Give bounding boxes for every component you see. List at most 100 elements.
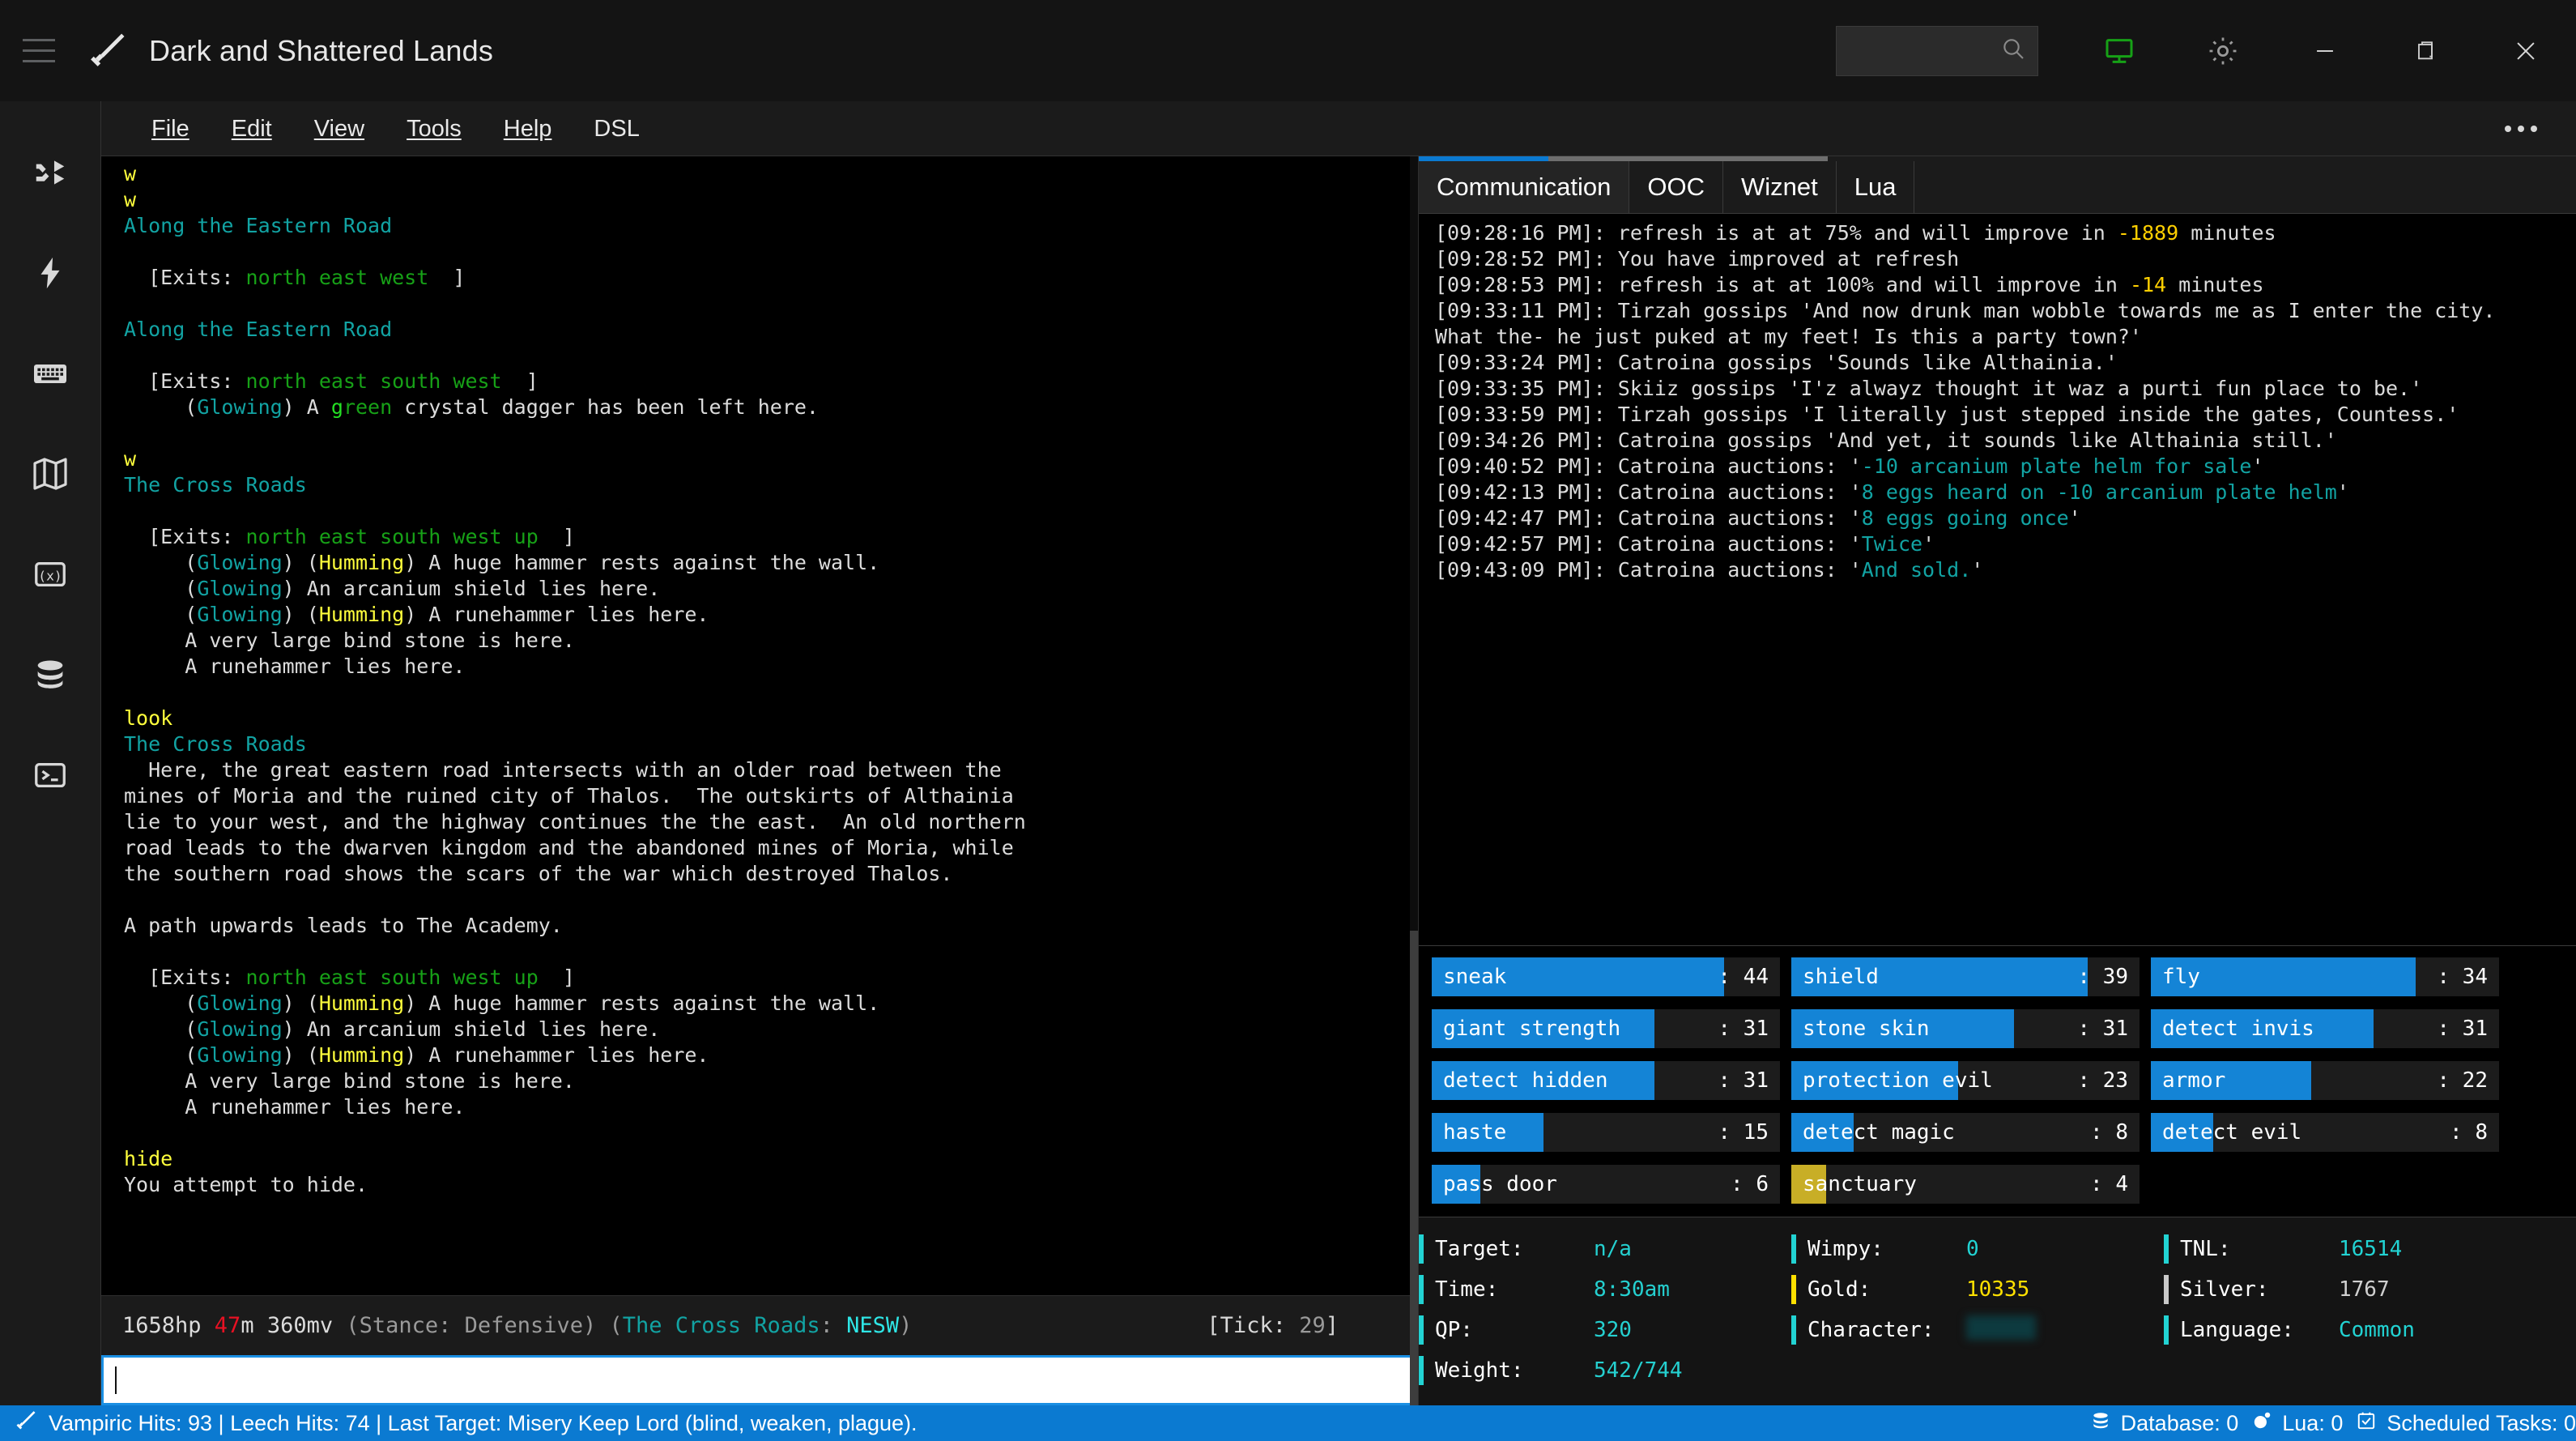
mud-line: the southern road shows the scars of the… xyxy=(124,861,1418,887)
stat-value: 542/744 xyxy=(1594,1358,1683,1383)
title-bar: Dark and Shattered Lands xyxy=(0,0,2576,101)
mud-span: Glowing xyxy=(197,991,283,1015)
stat-label: Weight: xyxy=(1435,1358,1524,1383)
remote-screen-icon[interactable] xyxy=(2067,0,2171,101)
affect-bar[interactable]: stone skin: 31 xyxy=(1791,1009,2140,1048)
terminal-icon[interactable] xyxy=(0,725,101,825)
database-icon[interactable] xyxy=(0,625,101,725)
shuffle-icon[interactable] xyxy=(0,122,101,223)
status-scheduled-tasks[interactable]: Scheduled Tasks: 0 xyxy=(2356,1410,2576,1437)
mud-span: Humming xyxy=(318,603,405,626)
hamburger-menu-icon[interactable] xyxy=(0,0,78,101)
mud-line: look xyxy=(124,706,1418,731)
mud-line: w xyxy=(124,161,1418,187)
mud-line xyxy=(124,343,1418,369)
lightning-bolt-icon[interactable] xyxy=(0,223,101,323)
search-input[interactable] xyxy=(1836,25,2038,76)
mud-line xyxy=(124,680,1418,706)
stat-row: Weight: 542/744 xyxy=(1419,1350,1791,1391)
mud-line: A very large bind stone is here. xyxy=(124,628,1418,654)
mud-span: ( xyxy=(124,1043,198,1067)
affect-value: : 31 xyxy=(2077,1017,2128,1041)
affect-bar[interactable]: haste: 15 xyxy=(1432,1113,1780,1152)
affect-bar[interactable]: giant strength: 31 xyxy=(1432,1009,1780,1048)
restore-button[interactable] xyxy=(2375,0,2476,101)
affect-bar[interactable]: detect hidden: 31 xyxy=(1432,1061,1780,1100)
mud-line: road leads to the dwarven kingdom and th… xyxy=(124,835,1418,861)
map-icon[interactable] xyxy=(0,424,101,524)
ellipsis-icon[interactable] xyxy=(2490,101,2552,156)
mud-output[interactable]: w w Along the Eastern Road [Exits: north e… xyxy=(101,156,1418,1295)
tab-ooc[interactable]: OOC xyxy=(1629,161,1723,213)
status-database[interactable]: Database: 0 xyxy=(2090,1410,2238,1437)
affect-bar[interactable]: shield: 39 xyxy=(1791,957,2140,996)
variable-icon[interactable]: (x) xyxy=(0,524,101,625)
prompt-span: The Cross Roads xyxy=(622,1313,820,1338)
mud-span: Here, the great eastern road intersects … xyxy=(124,758,1002,782)
menu-help[interactable]: Help xyxy=(483,101,573,156)
chat-span: ' xyxy=(1922,532,1935,556)
affect-name: sneak xyxy=(1443,965,1507,989)
mud-span: ] xyxy=(538,525,575,548)
affect-name: fly xyxy=(2162,965,2200,989)
chat-line: [09:42:13 PM]: Catroina auctions: '8 egg… xyxy=(1435,480,2568,505)
affect-bar[interactable]: protection evil: 23 xyxy=(1791,1061,2140,1100)
stat-value: n/a xyxy=(1594,1237,1632,1261)
icon-rail: (x) xyxy=(0,101,101,1405)
mud-scrollbar[interactable] xyxy=(1410,156,1418,1405)
prompt-span: 360mv xyxy=(266,1313,347,1338)
chat-line: [09:33:11 PM]: Tirzah gossips 'And now d… xyxy=(1435,298,2568,324)
affect-value: : 8 xyxy=(2450,1120,2488,1145)
mud-span: reen xyxy=(343,395,393,419)
tab-wiznet[interactable]: Wiznet xyxy=(1723,161,1837,213)
menu-tools[interactable]: Tools xyxy=(385,101,483,156)
minimize-button[interactable] xyxy=(2275,0,2375,101)
affect-bar[interactable]: sneak: 44 xyxy=(1432,957,1780,996)
menu-file[interactable]: File xyxy=(130,101,211,156)
affects-panel: sneak: 44 shield: 39 fly: 34 giant strength… xyxy=(1419,945,2576,1217)
mud-span: Humming xyxy=(318,1043,405,1067)
prompt-span: : xyxy=(820,1313,847,1338)
mud-line: w xyxy=(124,187,1418,213)
prompt-span: ) xyxy=(899,1313,913,1338)
chat-span: [09:33:24 PM]: Catroina gossips 'Sounds … xyxy=(1435,351,2118,374)
checkbox-icon xyxy=(2356,1410,2377,1437)
mud-span: road leads to the dwarven kingdom and th… xyxy=(124,836,1014,859)
stats-column-3: TNL: 16514 Silver: 1767 Language: Common xyxy=(2164,1229,2536,1391)
command-input[interactable] xyxy=(101,1355,1418,1405)
menu-edit[interactable]: Edit xyxy=(211,101,293,156)
mud-span: Humming xyxy=(318,991,405,1015)
sword-icon xyxy=(13,1409,37,1439)
tab-lua[interactable]: Lua xyxy=(1836,161,1915,213)
status-bar: Vampiric Hits: 93 | Leech Hits: 74 | Las… xyxy=(0,1405,2576,1441)
gear-icon[interactable] xyxy=(2171,0,2275,101)
affect-bar[interactable]: detect magic: 8 xyxy=(1791,1113,2140,1152)
stat-accent-bar xyxy=(1791,1315,1796,1345)
status-lua[interactable]: Lua: 0 xyxy=(2251,1410,2343,1437)
chat-log[interactable]: [09:28:16 PM]: refresh is at at 75% and … xyxy=(1419,214,2576,945)
stat-accent-bar xyxy=(2164,1315,2169,1345)
affect-bar[interactable]: detect evil: 8 xyxy=(2151,1113,2499,1152)
game-pane: w w Along the Eastern Road [Exits: north e… xyxy=(101,156,1418,1405)
affect-bar[interactable]: detect invis: 31 xyxy=(2151,1009,2499,1048)
mud-line: The Cross Roads xyxy=(124,472,1418,498)
chat-line: [09:28:53 PM]: refresh is at at 100% and… xyxy=(1435,272,2568,298)
affect-bar[interactable]: fly: 34 xyxy=(2151,957,2499,996)
mud-span: g xyxy=(330,395,343,419)
menu-dsl[interactable]: DSL xyxy=(573,101,660,156)
affect-bar[interactable]: sanctuary: 4 xyxy=(1791,1165,2140,1204)
mud-line: Along the Eastern Road xyxy=(124,213,1418,239)
tab-communication[interactable]: Communication xyxy=(1419,161,1630,213)
mud-span: lie to your west, and the highway contin… xyxy=(124,810,1026,833)
keyboard-icon[interactable] xyxy=(0,323,101,424)
chat-span: 8 eggs going once xyxy=(1861,506,2069,530)
stat-accent-bar xyxy=(1419,1315,1424,1345)
stat-label: Time: xyxy=(1435,1277,1499,1302)
stat-label: Target: xyxy=(1435,1237,1524,1261)
affect-bar[interactable]: armor: 22 xyxy=(2151,1061,2499,1100)
affect-bar[interactable]: pass door: 6 xyxy=(1432,1165,1780,1204)
tab-label: Lua xyxy=(1854,173,1897,201)
stat-value: 1767 xyxy=(2339,1277,2390,1302)
menu-view[interactable]: View xyxy=(293,101,385,156)
close-button[interactable] xyxy=(2476,0,2576,101)
